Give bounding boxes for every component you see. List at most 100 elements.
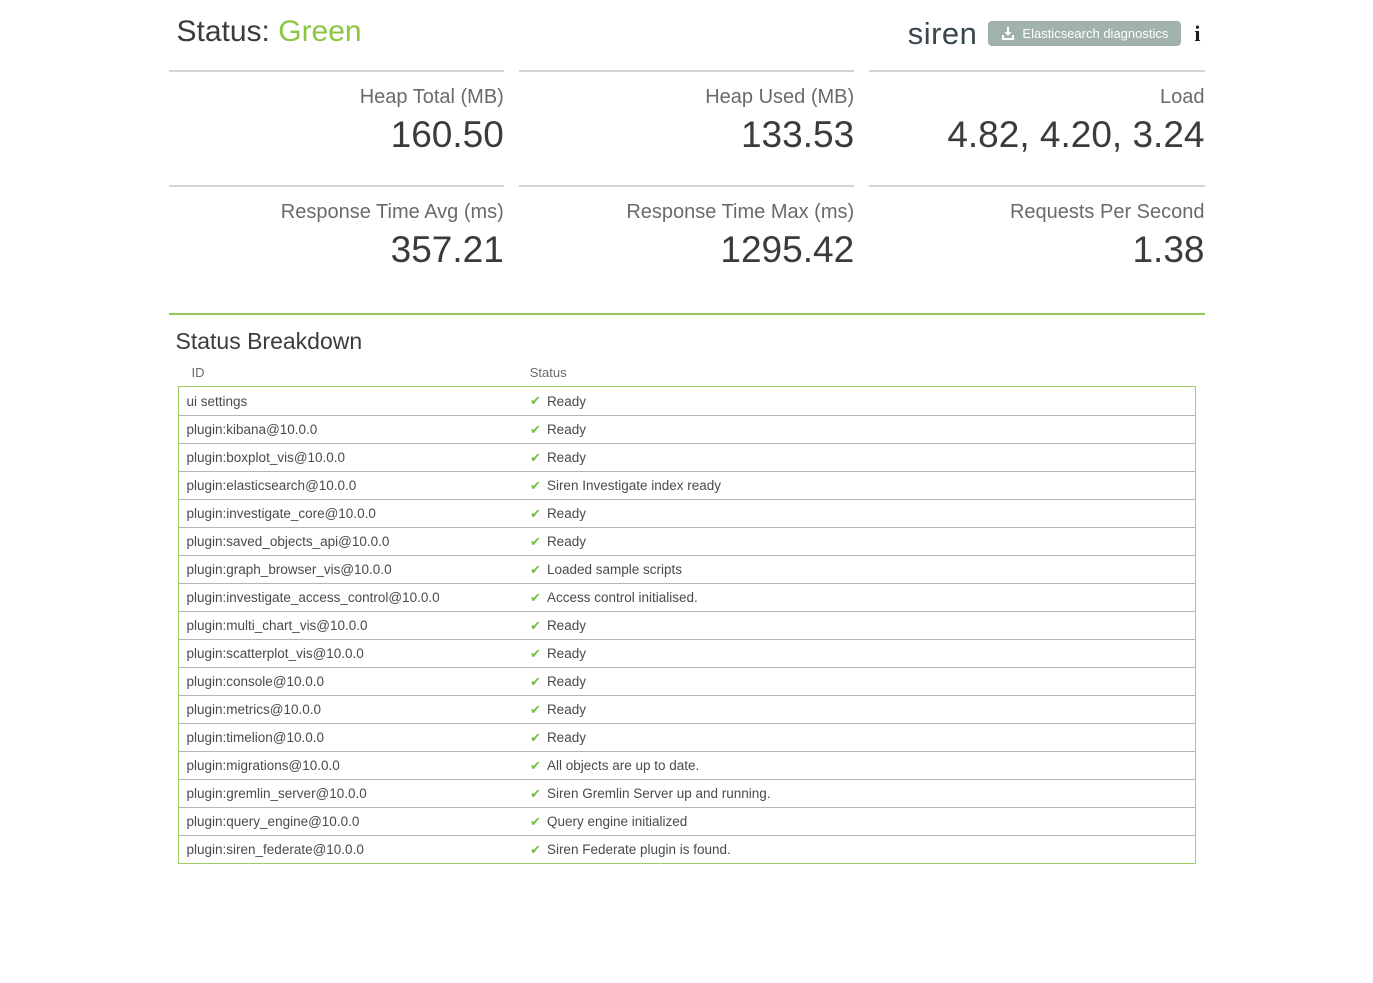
row-status: ✔ Siren Federate plugin is found.: [530, 842, 1194, 858]
check-icon: ✔: [530, 786, 541, 802]
table-row: plugin:timelion@10.0.0 ✔ Ready: [179, 723, 1195, 751]
row-status: ✔ Ready: [530, 422, 1194, 438]
metric-card-load: Load 4.82, 4.20, 3.24: [869, 70, 1204, 185]
check-icon: ✔: [530, 702, 541, 718]
row-status-text: Ready: [547, 730, 586, 745]
row-id: plugin:migrations@10.0.0: [179, 758, 531, 773]
check-icon: ✔: [530, 590, 541, 606]
column-header-status: Status: [530, 365, 1196, 380]
check-icon: ✔: [530, 674, 541, 690]
row-id: plugin:metrics@10.0.0: [179, 702, 531, 717]
table-row: plugin:saved_objects_api@10.0.0 ✔ Ready: [179, 527, 1195, 555]
row-status: ✔ Ready: [530, 730, 1194, 746]
row-status-text: Access control initialised.: [547, 590, 698, 605]
siren-logo: siren: [908, 18, 978, 49]
metric-value: 160.50: [169, 115, 504, 156]
metric-card-heap-total: Heap Total (MB) 160.50: [169, 70, 504, 185]
row-id: plugin:siren_federate@10.0.0: [179, 842, 531, 857]
metric-label: Response Time Max (ms): [519, 200, 854, 225]
row-status: ✔ Ready: [530, 618, 1194, 634]
table-header-row: ID Status: [178, 365, 1196, 386]
table-row: plugin:kibana@10.0.0 ✔ Ready: [179, 415, 1195, 443]
breakdown-title: Status Breakdown: [169, 328, 1205, 355]
row-status: ✔ Ready: [530, 450, 1194, 466]
row-status: ✔ Ready: [530, 674, 1194, 690]
info-icon[interactable]: i: [1192, 23, 1202, 45]
check-icon: ✔: [530, 422, 541, 438]
table-row: plugin:siren_federate@10.0.0 ✔ Siren Fed…: [179, 835, 1195, 863]
check-icon: ✔: [530, 450, 541, 466]
metric-value: 133.53: [519, 115, 854, 156]
row-id: plugin:console@10.0.0: [179, 674, 531, 689]
section-divider: [169, 313, 1205, 315]
metric-card-response-max: Response Time Max (ms) 1295.42: [519, 185, 854, 300]
status-value: Green: [278, 15, 361, 48]
row-id: plugin:boxplot_vis@10.0.0: [179, 450, 531, 465]
row-status-text: Ready: [547, 702, 586, 717]
column-header-id: ID: [178, 365, 530, 380]
row-status-text: Siren Gremlin Server up and running.: [547, 786, 771, 801]
check-icon: ✔: [530, 478, 541, 494]
table-row: plugin:graph_browser_vis@10.0.0 ✔ Loaded…: [179, 555, 1195, 583]
metrics-grid: Heap Total (MB) 160.50 Heap Used (MB) 13…: [169, 70, 1205, 299]
row-id: plugin:investigate_core@10.0.0: [179, 506, 531, 521]
table-row: plugin:elasticsearch@10.0.0 ✔ Siren Inve…: [179, 471, 1195, 499]
row-status: ✔ Ready: [530, 506, 1194, 522]
row-status-text: All objects are up to date.: [547, 758, 699, 773]
page-title: Status: Green: [171, 14, 362, 50]
check-icon: ✔: [530, 506, 541, 522]
row-id: plugin:scatterplot_vis@10.0.0: [179, 646, 531, 661]
row-status-text: Ready: [547, 618, 586, 633]
check-icon: ✔: [530, 646, 541, 662]
row-status: ✔ Siren Investigate index ready: [530, 478, 1194, 494]
row-status: ✔ Loaded sample scripts: [530, 562, 1194, 578]
row-id: plugin:investigate_access_control@10.0.0: [179, 590, 531, 605]
row-status-text: Ready: [547, 422, 586, 437]
metric-label: Heap Total (MB): [169, 85, 504, 110]
row-id: plugin:timelion@10.0.0: [179, 730, 531, 745]
metric-label: Requests Per Second: [869, 200, 1204, 225]
row-status-text: Ready: [547, 450, 586, 465]
table-row: plugin:investigate_core@10.0.0 ✔ Ready: [179, 499, 1195, 527]
table-row: plugin:query_engine@10.0.0 ✔ Query engin…: [179, 807, 1195, 835]
row-id: plugin:multi_chart_vis@10.0.0: [179, 618, 531, 633]
row-id: plugin:graph_browser_vis@10.0.0: [179, 562, 531, 577]
download-icon: [1001, 27, 1015, 40]
table-row: plugin:multi_chart_vis@10.0.0 ✔ Ready: [179, 611, 1195, 639]
check-icon: ✔: [530, 814, 541, 830]
row-status-text: Ready: [547, 534, 586, 549]
table-row: plugin:investigate_access_control@10.0.0…: [179, 583, 1195, 611]
header-actions: siren Elasticsearch diagnostics i: [908, 14, 1203, 49]
row-status: ✔ Access control initialised.: [530, 590, 1194, 606]
row-id: plugin:gremlin_server@10.0.0: [179, 786, 531, 801]
elasticsearch-diagnostics-button[interactable]: Elasticsearch diagnostics: [988, 21, 1181, 46]
metric-value: 4.82, 4.20, 3.24: [869, 115, 1204, 156]
row-status-text: Ready: [547, 646, 586, 661]
row-status-text: Ready: [547, 506, 586, 521]
row-status-text: Siren Investigate index ready: [547, 478, 721, 493]
row-status-text: Ready: [547, 674, 586, 689]
row-status: ✔ Siren Gremlin Server up and running.: [530, 786, 1194, 802]
table-row: plugin:metrics@10.0.0 ✔ Ready: [179, 695, 1195, 723]
check-icon: ✔: [530, 562, 541, 578]
metric-value: 1295.42: [519, 230, 854, 271]
table-body: ui settings ✔ Ready plugin:kibana@10.0.0…: [178, 386, 1196, 864]
row-id: plugin:elasticsearch@10.0.0: [179, 478, 531, 493]
status-label: Status:: [177, 15, 270, 48]
check-icon: ✔: [530, 842, 541, 858]
table-row: plugin:migrations@10.0.0 ✔ All objects a…: [179, 751, 1195, 779]
row-id: ui settings: [179, 394, 531, 409]
metric-card-requests-per-second: Requests Per Second 1.38: [869, 185, 1204, 300]
row-id: plugin:query_engine@10.0.0: [179, 814, 531, 829]
row-status: ✔ Query engine initialized: [530, 814, 1194, 830]
check-icon: ✔: [530, 730, 541, 746]
check-icon: ✔: [530, 758, 541, 774]
metric-card-response-avg: Response Time Avg (ms) 357.21: [169, 185, 504, 300]
metric-value: 357.21: [169, 230, 504, 271]
row-status: ✔ Ready: [530, 534, 1194, 550]
metric-value: 1.38: [869, 230, 1204, 271]
page-header: Status: Green siren Elasticsearch diagno…: [169, 14, 1205, 50]
metric-label: Response Time Avg (ms): [169, 200, 504, 225]
row-id: plugin:kibana@10.0.0: [179, 422, 531, 437]
metric-card-heap-used: Heap Used (MB) 133.53: [519, 70, 854, 185]
